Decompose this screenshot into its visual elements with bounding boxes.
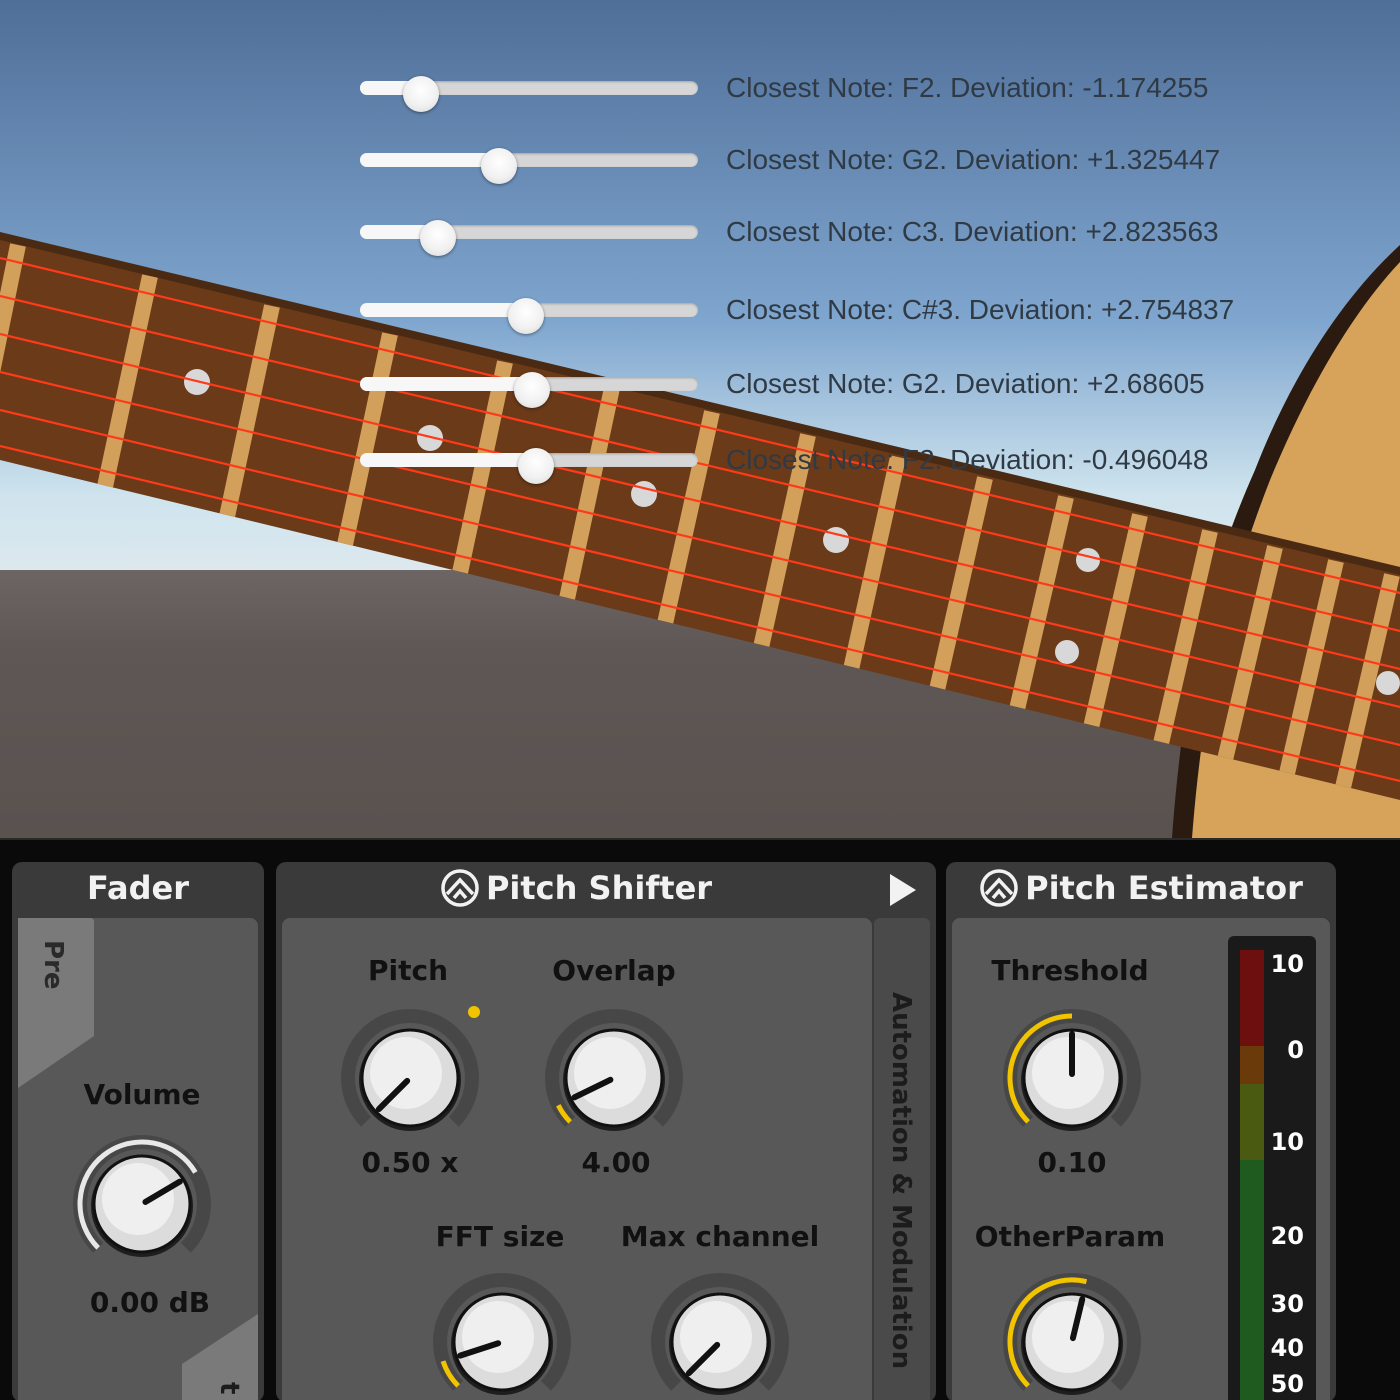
volume-label: Volume [83, 1078, 201, 1111]
closest-note-label: Closest Note: G2. Deviation: +1.325447 [726, 144, 1221, 175]
pitch-label: Pitch [367, 954, 449, 987]
volume-knob[interactable] [62, 1124, 222, 1284]
pitch-shifter-header: Pitch Shifter [276, 862, 876, 914]
meter-label: 10 [1270, 950, 1304, 978]
slider-track[interactable] [360, 76, 698, 112]
fader-plugin: Fader Pre t Volume 0.00 dB [12, 862, 264, 1400]
slider-track[interactable] [360, 298, 698, 334]
closest-note-label: Closest Note: F2. Deviation: -0.496048 [726, 444, 1209, 475]
slider-thumb[interactable] [480, 148, 517, 184]
note-slider-1: Closest Note: F2. Deviation: -1.174255 [360, 68, 1400, 112]
volume-value: 0.00 dB [89, 1286, 211, 1319]
note-slider-3: Closest Note: C3. Deviation: +2.823563 [360, 212, 1400, 256]
overlap-knob[interactable] [534, 998, 694, 1158]
slider-thumb[interactable] [402, 76, 439, 112]
pitch-estimator-title: Pitch Estimator [1025, 869, 1303, 907]
slider-thumb[interactable] [517, 448, 554, 484]
app-window: Closest Note: F2. Deviation: -1.174255 C… [0, 0, 1400, 1400]
meter-label: 30 [1270, 1290, 1304, 1318]
overlap-label: Overlap [552, 954, 676, 987]
meter-label: 50 [1270, 1370, 1304, 1398]
otherparam-knob[interactable] [992, 1262, 1152, 1400]
guitar-scene [0, 0, 1400, 838]
closest-note-label: Closest Note: F2. Deviation: -1.174255 [726, 72, 1209, 103]
slider-fill [360, 153, 499, 167]
automation-tab-label: Automation & Modulation [886, 992, 916, 1370]
meter-red-zone [1240, 950, 1264, 1046]
pitch-shifter-title: Pitch Shifter [485, 869, 713, 907]
scene-viewport: Closest Note: F2. Deviation: -1.174255 C… [0, 0, 1400, 838]
slider-fill [360, 377, 533, 391]
slider-fill [360, 303, 526, 317]
knob-highlight [574, 1037, 646, 1109]
fft-size-label: FFT size [435, 1220, 565, 1253]
knob-highlight [370, 1037, 442, 1109]
modulation-dot-icon [468, 1006, 480, 1018]
slider-fill [360, 453, 536, 467]
threshold-value: 0.10 [1037, 1146, 1107, 1179]
slider-track[interactable] [360, 148, 698, 184]
pitch-shifter-body: Pitch 0.50 x Overlap 4.00 FFT size Max c… [282, 918, 930, 1400]
slider-thumb[interactable] [419, 220, 456, 256]
slider-track[interactable] [360, 372, 698, 408]
threshold-knob[interactable] [992, 998, 1152, 1158]
meter-green-zone [1240, 1160, 1264, 1400]
slider-thumb[interactable] [507, 298, 544, 334]
pitch-estimator-body: Threshold 0.10 OtherParam 10 0 10 20 30 … [952, 918, 1330, 1400]
closest-note-label: Closest Note: G2. Deviation: +2.68605 [726, 368, 1205, 399]
otherparam-label: OtherParam [974, 1220, 1166, 1253]
overlap-value: 4.00 [581, 1146, 651, 1179]
pitch-estimator-header: Pitch Estimator [946, 862, 1336, 914]
closest-note-label: Closest Note: C#3. Deviation: +2.754837 [726, 294, 1235, 325]
closest-note-label: Closest Note: C3. Deviation: +2.823563 [726, 216, 1219, 247]
max-channel-label: Max channel [620, 1220, 820, 1253]
threshold-label: Threshold [991, 954, 1149, 987]
tab-pre-label: Pre [38, 940, 68, 990]
note-slider-4: Closest Note: C#3. Deviation: +2.754837 [360, 290, 1400, 334]
pitch-knob[interactable] [330, 998, 490, 1158]
knob-highlight [1032, 1301, 1104, 1373]
inlay-dot [1376, 671, 1400, 695]
plugin-logo-icon [441, 869, 479, 907]
fft-size-knob[interactable] [422, 1262, 582, 1400]
pitch-shifter-plugin: Pitch Shifter Pitch 0.50 x Overlap 4.00 … [276, 862, 936, 1400]
pitch-value: 0.50 x [361, 1146, 459, 1179]
slider-track[interactable] [360, 220, 698, 256]
pitch-estimator-plugin: Pitch Estimator Threshold 0.10 OtherPara… [946, 862, 1336, 1400]
knob-highlight [102, 1163, 174, 1235]
meter-label: 20 [1270, 1222, 1304, 1250]
play-icon[interactable] [882, 870, 922, 910]
meter-label: 40 [1270, 1334, 1304, 1362]
level-meter: 10 0 10 20 30 40 50 [1228, 936, 1316, 1400]
meter-label: 0 [1287, 1036, 1304, 1064]
knob-highlight [462, 1301, 534, 1373]
meter-orange-zone [1240, 1046, 1264, 1084]
fader-body: Pre t Volume 0.00 dB [18, 918, 258, 1400]
tab-post-label: t [214, 1382, 244, 1395]
knob-highlight [1032, 1037, 1104, 1109]
note-slider-5: Closest Note: G2. Deviation: +2.68605 [360, 364, 1400, 408]
max-channel-knob[interactable] [640, 1262, 800, 1400]
meter-label: 10 [1270, 1128, 1304, 1156]
meter-yellow-zone [1240, 1084, 1264, 1160]
slider-track[interactable] [360, 448, 698, 484]
plugin-logo-icon [980, 869, 1018, 907]
note-slider-2: Closest Note: G2. Deviation: +1.325447 [360, 140, 1400, 184]
slider-thumb[interactable] [514, 372, 551, 408]
knob-highlight [680, 1301, 752, 1373]
inlay-dot [1076, 548, 1100, 572]
inlay-dot [1055, 640, 1079, 664]
effects-panel: Fader Pre t Volume 0.00 dB Pitch Shifter… [0, 838, 1400, 1400]
fader-title: Fader [87, 869, 189, 907]
note-slider-6: Closest Note: F2. Deviation: -0.496048 [360, 440, 1400, 484]
